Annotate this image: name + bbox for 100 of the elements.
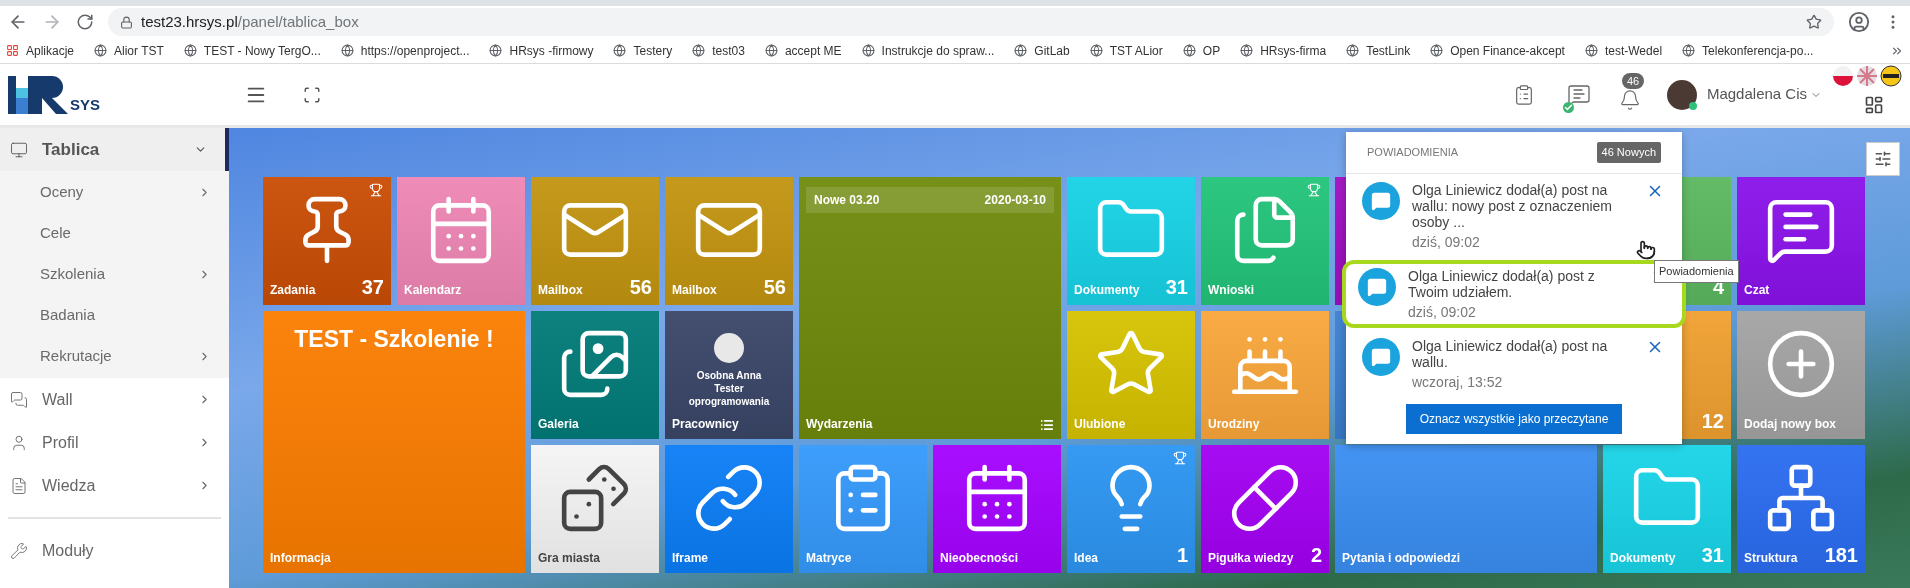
globe-icon bbox=[764, 44, 778, 57]
tile-label: Mailbox bbox=[538, 282, 583, 298]
notification-time: dziś, 09:02 bbox=[1408, 304, 1477, 320]
polish-flag-icon[interactable] bbox=[1832, 64, 1854, 87]
wrench-icon bbox=[10, 541, 28, 560]
address-bar[interactable]: test23.hrsys.pl/panel/tablica_box bbox=[108, 8, 1834, 36]
tile[interactable]: Struktura 181 bbox=[1737, 445, 1865, 573]
submenu-item[interactable]: Badania bbox=[0, 295, 229, 336]
tile-label: Struktura bbox=[1744, 550, 1798, 566]
tile[interactable]: Zadania 37 bbox=[263, 177, 391, 305]
globe-icon bbox=[1584, 44, 1598, 57]
user-avatar[interactable] bbox=[1666, 79, 1697, 110]
message-avatar-icon bbox=[1362, 338, 1400, 376]
submenu-item[interactable]: Rekrutacje bbox=[0, 336, 229, 377]
bookmark[interactable]: TestLink bbox=[1346, 41, 1411, 60]
bookmark[interactable]: test03 bbox=[692, 41, 745, 60]
bookmark-star-icon[interactable] bbox=[1806, 14, 1822, 30]
apps-grid-icon bbox=[6, 44, 19, 57]
document-icon bbox=[10, 476, 28, 495]
tile[interactable]: Pigułka wiedzy 2 bbox=[1201, 445, 1329, 573]
message-avatar-icon bbox=[1358, 268, 1396, 306]
globe-icon bbox=[489, 44, 503, 57]
globe-icon bbox=[861, 44, 875, 57]
fullscreen-icon[interactable] bbox=[303, 85, 321, 104]
tile-label: Idea bbox=[1074, 550, 1098, 566]
bookmark[interactable]: Telekonferencja-po... bbox=[1682, 41, 1814, 60]
bookmark[interactable]: Open Finance-akcept bbox=[1430, 41, 1565, 60]
tile-label: Czat bbox=[1744, 282, 1770, 298]
widgets-icon[interactable] bbox=[1864, 94, 1884, 115]
bookmark[interactable]: TEST - Nowy TergO... bbox=[183, 41, 321, 60]
user-icon bbox=[10, 433, 28, 452]
globe-icon bbox=[1346, 44, 1360, 57]
globe-icon bbox=[613, 44, 627, 57]
tile-label: Nieobecności bbox=[940, 550, 1019, 566]
bookmark[interactable]: GitLab bbox=[1014, 41, 1070, 60]
submenu-item[interactable]: Cele bbox=[0, 213, 229, 254]
tile-count: 2 bbox=[1310, 544, 1322, 566]
tile[interactable]: Mailbox 56 bbox=[665, 177, 793, 305]
submenu-item[interactable]: Szkolenia bbox=[0, 254, 229, 295]
monitor-icon bbox=[10, 140, 28, 159]
bookmark[interactable]: test-Wedel bbox=[1584, 41, 1663, 60]
logo-text: SYS bbox=[70, 96, 100, 112]
tile-count: 56 bbox=[629, 276, 652, 298]
bookmark[interactable]: TST ALior bbox=[1089, 41, 1163, 60]
globe-icon bbox=[340, 44, 354, 57]
bookmark[interactable]: HRsys-firma bbox=[1240, 41, 1327, 60]
bookmark[interactable]: HRsys -firmowy bbox=[489, 41, 594, 60]
tile[interactable]: Czat bbox=[1737, 177, 1865, 305]
tile-count: 181 bbox=[1824, 544, 1858, 566]
bookmark[interactable]: Instrukcje do spraw... bbox=[861, 41, 995, 60]
bookmark[interactable]: Alior TST bbox=[94, 41, 164, 60]
tile[interactable]: Idea 1 bbox=[1067, 445, 1195, 573]
reload-icon[interactable] bbox=[76, 13, 94, 31]
tile[interactable]: Galeria bbox=[531, 311, 659, 439]
tile[interactable]: Iframe bbox=[665, 445, 793, 573]
tile-label: Urodziny bbox=[1208, 416, 1260, 432]
globe-icon bbox=[692, 44, 706, 57]
tile[interactable]: Gra miasta bbox=[531, 445, 659, 573]
tile[interactable]: Osobna Anna Tester oprogramowania Pracownicy bbox=[665, 311, 793, 439]
notification-count: 46 bbox=[1621, 72, 1645, 89]
profile-icon[interactable] bbox=[1848, 11, 1870, 33]
notification-time: wczoraj, 13:52 bbox=[1412, 374, 1504, 390]
tile-label: Kalendarz bbox=[404, 282, 462, 298]
sidebar-item[interactable]: Wiedza bbox=[0, 464, 229, 507]
sidebar-item[interactable]: Profil bbox=[0, 421, 229, 464]
tile[interactable]: Mailbox 56 bbox=[531, 177, 659, 305]
submenu-item[interactable]: Oceny bbox=[0, 172, 229, 213]
tile-count: 37 bbox=[361, 276, 384, 298]
notification-text: Olga Liniewicz dodał(a) post z Twoim udziałem. bbox=[1408, 268, 1596, 300]
tile[interactable]: Pytania i odpowiedzi bbox=[1335, 445, 1597, 573]
tile[interactable]: Nowe 03.20 2020-03-10 Wydarzenia bbox=[799, 177, 1061, 439]
user-name[interactable]: Magdalena Cis bbox=[1706, 83, 1807, 106]
globe-icon bbox=[1089, 44, 1103, 57]
globe-icon bbox=[1430, 44, 1444, 57]
bookmark[interactable]: Aplikacje bbox=[6, 41, 75, 60]
sidebar-item[interactable]: Wall bbox=[0, 378, 229, 421]
tile-label: Dodaj nowy box bbox=[1744, 416, 1836, 432]
flag-icon[interactable] bbox=[1880, 64, 1902, 87]
bookmark[interactable]: OP bbox=[1182, 41, 1221, 60]
sidebar-item[interactable]: Tablica bbox=[0, 128, 229, 171]
globe-icon bbox=[94, 44, 108, 57]
notification-item[interactable]: Olga Liniewicz dodał(a) post na wallu. wczoraj, 13:52 bbox=[1346, 330, 1682, 398]
tile-label: Dokumenty bbox=[1610, 550, 1676, 566]
tile[interactable]: TEST - Szkolenie ! Informacja bbox=[263, 311, 525, 573]
mark-all-read-button[interactable]: Oznacz wszystkie jako przeczytane bbox=[1405, 404, 1623, 434]
bookmark[interactable]: accept ME bbox=[764, 41, 842, 60]
tile-count: 1 bbox=[1176, 544, 1188, 566]
settings-button[interactable] bbox=[1866, 142, 1900, 176]
notification-item[interactable]: Olga Liniewicz dodał(a) post na wallu: nowy post z oznaczeniem osoby ... dziś, 09:02 bbox=[1346, 174, 1682, 258]
person-role: Tester oprogramowania bbox=[687, 381, 771, 408]
tile-label: Gra miasta bbox=[538, 550, 601, 566]
bell-icon[interactable] bbox=[1618, 88, 1641, 111]
bookmark[interactable]: https://openproject... bbox=[340, 41, 470, 60]
sidebar-item[interactable]: Moduły bbox=[0, 529, 229, 572]
tile[interactable]: Nieobecności bbox=[933, 445, 1061, 573]
list-icon bbox=[1040, 418, 1054, 432]
tile-label: Matryce bbox=[806, 550, 852, 566]
bookmark[interactable]: Testery bbox=[613, 41, 673, 60]
tile-label: Pytania i odpowiedzi bbox=[1342, 550, 1460, 566]
tile[interactable]: Matryce bbox=[799, 445, 927, 573]
